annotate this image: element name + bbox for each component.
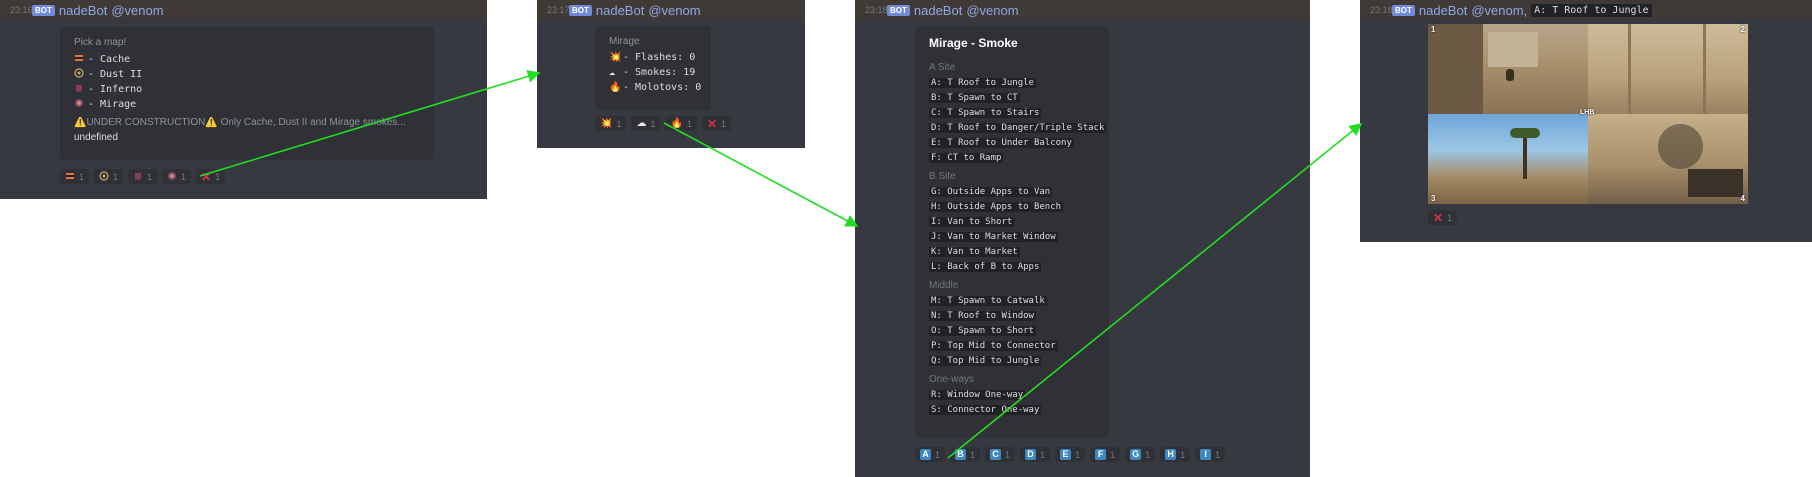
arrow-mirage-to-stats: [199, 70, 541, 177]
arrow-smoke-to-list: [663, 122, 859, 227]
arrow-letter-to-image: [947, 122, 1363, 459]
flow-arrows: [199, 70, 1363, 459]
